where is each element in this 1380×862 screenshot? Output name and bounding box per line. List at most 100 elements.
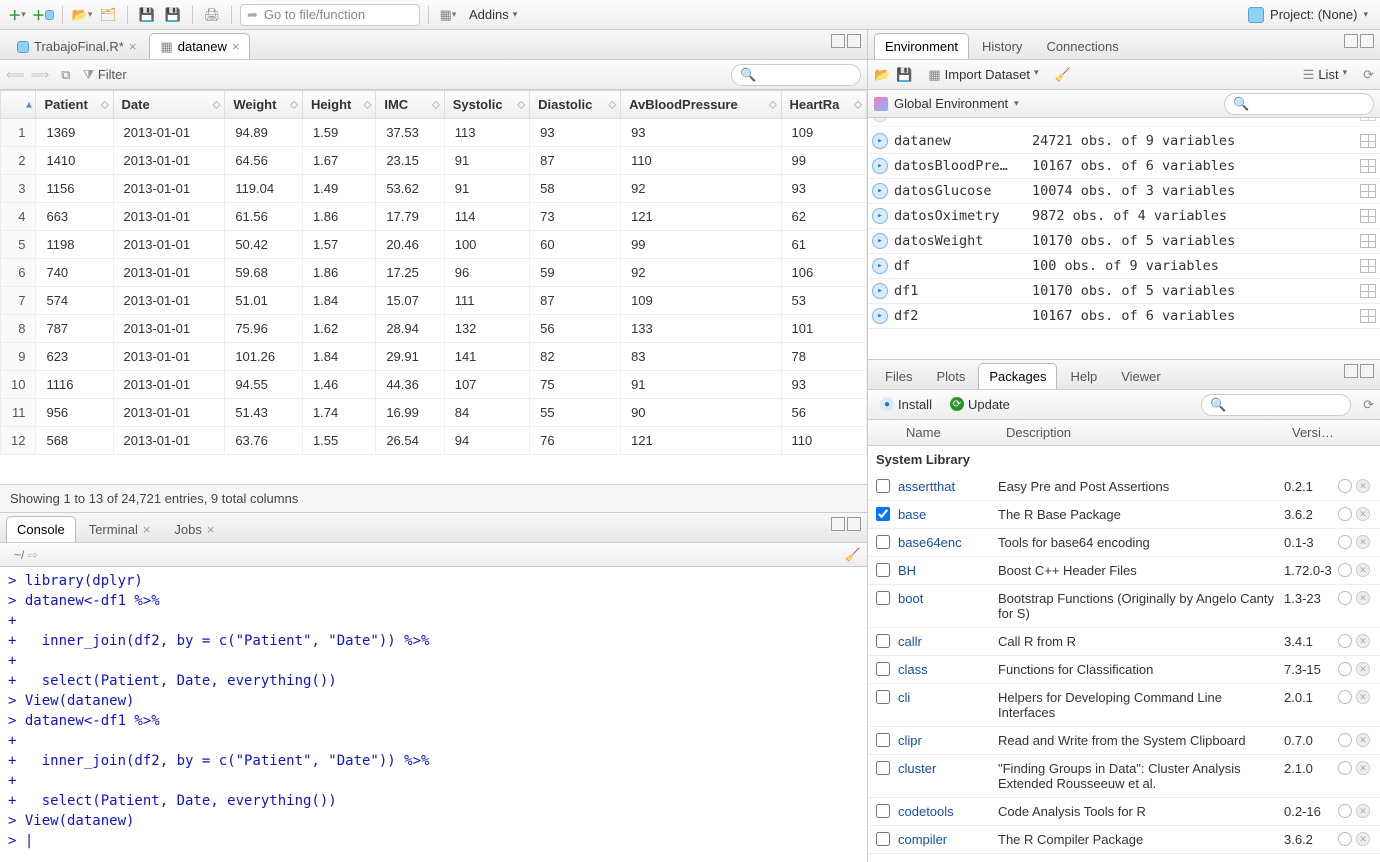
console-clear-button[interactable]: 🧹 (845, 547, 861, 563)
console-tab-jobs[interactable]: Jobs× (163, 516, 225, 542)
pkg-remove-icon[interactable]: ✕ (1356, 634, 1370, 648)
env-object-row[interactable]: datanew24721 obs. of 9 variables (868, 129, 1380, 154)
install-packages-button[interactable]: ● Install (874, 397, 938, 412)
pkg-name-link[interactable]: base (898, 505, 998, 524)
col-header-AvBloodPressure[interactable]: AvBloodPressure◇ (621, 91, 781, 119)
console-output[interactable]: > library(dplyr)> datanew<-df1 %>%+ + in… (0, 567, 867, 862)
dataview-search-input[interactable]: 🔍 (731, 64, 861, 86)
env-object-row[interactable]: datosBloodPre…10167 obs. of 6 variables (868, 154, 1380, 179)
addins-menu[interactable]: Addins▾ (463, 7, 523, 22)
load-workspace-button[interactable]: 📂 (874, 67, 890, 83)
env-minimize-icon[interactable] (1344, 34, 1358, 48)
table-row[interactable]: 311562013-01-01119.041.4953.6291589293 (1, 175, 867, 203)
table-row[interactable]: 214102013-01-0164.561.6723.15918711099 (1, 147, 867, 175)
new-file-button[interactable]: ＋▾ (6, 4, 28, 26)
pkg-maximize-icon[interactable] (1360, 364, 1374, 378)
env-object-row[interactable]: datosOximetry9872 obs. of 4 variables (868, 204, 1380, 229)
pkg-remove-icon[interactable]: ✕ (1356, 690, 1370, 704)
pkg-web-icon[interactable] (1338, 591, 1352, 605)
view-data-icon[interactable] (1360, 118, 1376, 121)
expand-cols-button[interactable]: ⧉ (61, 67, 70, 83)
pkg-web-icon[interactable] (1338, 761, 1352, 775)
view-data-icon[interactable] (1360, 309, 1376, 323)
console-minimize-icon[interactable] (831, 517, 845, 531)
pkg-tab-packages[interactable]: Packages (978, 363, 1057, 389)
col-header-Systolic[interactable]: Systolic◇ (444, 91, 529, 119)
pkg-remove-icon[interactable]: ✕ (1356, 535, 1370, 549)
source-minimize-icon[interactable] (831, 34, 845, 48)
pkg-web-icon[interactable] (1338, 662, 1352, 676)
print-button[interactable]: 🖨 (201, 4, 223, 26)
pkg-name-link[interactable]: cli (898, 688, 998, 707)
back-button[interactable]: ⟸ (6, 67, 25, 83)
env-view-mode-button[interactable]: ☰List▾ (1299, 67, 1351, 83)
table-row[interactable]: 511982013-01-0150.421.5720.46100609961 (1, 231, 867, 259)
source-tab-1[interactable]: ▦datanew× (149, 33, 250, 59)
pkg-load-checkbox[interactable] (876, 563, 890, 577)
refresh-env-button[interactable]: ⟳ (1363, 67, 1374, 83)
update-packages-button[interactable]: ⟳ Update (944, 397, 1016, 412)
pkg-web-icon[interactable] (1338, 634, 1352, 648)
env-tab-history[interactable]: History (971, 33, 1033, 59)
table-row[interactable]: 1011162013-01-0194.551.4644.36107759193 (1, 371, 867, 399)
table-row[interactable]: 67402013-01-0159.681.8617.25965992106 (1, 259, 867, 287)
expand-object-icon[interactable] (872, 258, 888, 274)
pkg-search-input[interactable]: 🔍 (1201, 394, 1351, 416)
forward-button[interactable]: ⟹ (31, 67, 50, 83)
pkg-web-icon[interactable] (1338, 804, 1352, 818)
pkg-load-checkbox[interactable] (876, 804, 890, 818)
expand-object-icon[interactable] (872, 133, 888, 149)
env-tab-environment[interactable]: Environment (874, 33, 969, 59)
table-row[interactable]: 87872013-01-0175.961.6228.9413256133101 (1, 315, 867, 343)
expand-object-icon[interactable] (872, 233, 888, 249)
pkg-load-checkbox[interactable] (876, 832, 890, 846)
env-maximize-icon[interactable] (1360, 34, 1374, 48)
expand-object-icon[interactable] (872, 118, 888, 122)
filter-button[interactable]: ⧩ Filter (83, 67, 127, 83)
close-icon[interactable]: × (143, 522, 151, 537)
pkg-web-icon[interactable] (1338, 832, 1352, 846)
pkg-remove-icon[interactable]: ✕ (1356, 804, 1370, 818)
table-row[interactable]: 113692013-01-0194.891.5937.531139393109 (1, 119, 867, 147)
save-button[interactable]: 💾 (136, 4, 158, 26)
project-menu[interactable]: Project: (None) ▾ (1248, 7, 1374, 23)
pkg-web-icon[interactable] (1338, 563, 1352, 577)
col-header-Height[interactable]: Height◇ (302, 91, 375, 119)
pkg-remove-icon[interactable]: ✕ (1356, 733, 1370, 747)
console-tab-console[interactable]: Console (6, 516, 76, 542)
pkg-name-link[interactable]: base64enc (898, 533, 998, 552)
open-file-button[interactable]: 📂▾ (71, 4, 93, 26)
pkg-remove-icon[interactable]: ✕ (1356, 761, 1370, 775)
pkg-load-checkbox[interactable] (876, 690, 890, 704)
save-all-button[interactable]: 💾 (162, 4, 184, 26)
new-project-button[interactable]: ＋ (32, 4, 54, 26)
pkg-name-link[interactable]: compiler (898, 830, 998, 849)
import-dataset-button[interactable]: ▦Import Dataset▾ (924, 67, 1042, 83)
data-viewer[interactable]: ▴Patient◇Date◇Weight◇Height◇IMC◇Systolic… (0, 90, 867, 484)
view-data-icon[interactable] (1360, 134, 1376, 148)
console-maximize-icon[interactable] (847, 517, 861, 531)
close-icon[interactable]: × (207, 522, 215, 537)
table-row[interactable]: 119562013-01-0151.431.7416.9984559056 (1, 399, 867, 427)
table-row[interactable]: 125682013-01-0163.761.5526.549476121110 (1, 427, 867, 455)
clear-workspace-button[interactable]: 🧹 (1054, 67, 1070, 83)
console-tab-terminal[interactable]: Terminal× (78, 516, 162, 542)
col-header-HeartRa[interactable]: HeartRa◇ (781, 91, 866, 119)
pkg-name-link[interactable]: assertthat (898, 477, 998, 496)
pkg-load-checkbox[interactable] (876, 634, 890, 648)
pkg-remove-icon[interactable]: ✕ (1356, 662, 1370, 676)
pkg-remove-icon[interactable]: ✕ (1356, 507, 1370, 521)
pkg-name-link[interactable]: BH (898, 561, 998, 580)
env-scope-selector[interactable]: Global Environment▾ (874, 96, 1019, 111)
col-header-Diastolic[interactable]: Diastolic◇ (530, 91, 621, 119)
env-tab-connections[interactable]: Connections (1035, 33, 1129, 59)
pkg-load-checkbox[interactable] (876, 535, 890, 549)
col-header-Patient[interactable]: Patient◇ (36, 91, 113, 119)
env-object-row[interactable]: df210167 obs. of 6 variables (868, 304, 1380, 329)
pkg-remove-icon[interactable]: ✕ (1356, 591, 1370, 605)
view-data-icon[interactable] (1360, 234, 1376, 248)
pkg-tab-plots[interactable]: Plots (925, 363, 976, 389)
pkg-refresh-button[interactable]: ⟳ (1363, 397, 1374, 413)
expand-object-icon[interactable] (872, 283, 888, 299)
goto-file-function-input[interactable]: ➦ Go to file/function (240, 4, 420, 26)
